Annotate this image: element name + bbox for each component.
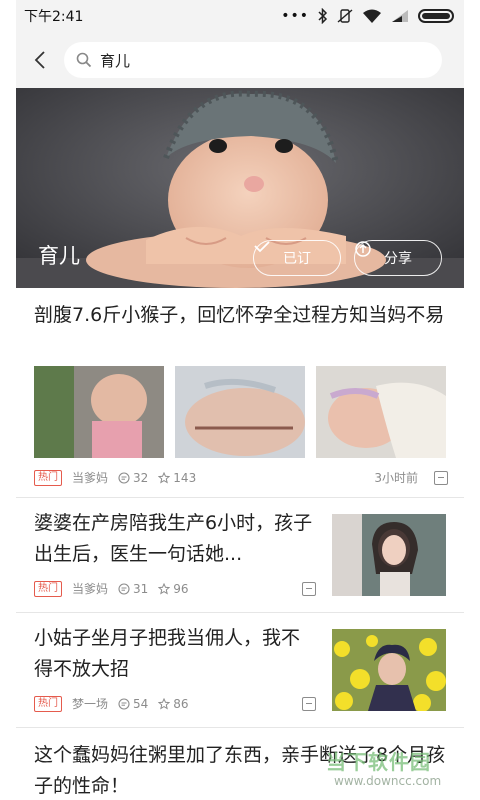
- search-header: 育儿: [16, 32, 464, 88]
- star-count: 96: [158, 582, 189, 596]
- share-button[interactable]: 分享: [354, 240, 442, 276]
- check-icon: [254, 241, 270, 253]
- bluetooth-icon: [318, 8, 328, 24]
- dislike-button[interactable]: [302, 581, 316, 596]
- article-item[interactable]: 小姑子坐月子把我当佣人，我不得不放大招 热门 梦一场 54 86: [16, 613, 464, 728]
- subscribe-label: 已订: [283, 251, 311, 267]
- banner-title: 育儿: [38, 244, 80, 268]
- article-image: [34, 366, 164, 458]
- article-meta: 热门 当爹妈 31 96: [34, 580, 316, 597]
- comment-count: 54: [118, 697, 148, 711]
- article-author: 当爹妈: [72, 471, 109, 485]
- article-meta: 热门 梦一场 54 86: [34, 695, 316, 712]
- app-screen: 下午2:41 ••• 育儿 育儿 已订 分享 剖腹7.6斤小猴子，回忆怀孕全过程…: [16, 0, 464, 800]
- article-title: 剖腹7.6斤小猴子，回忆怀孕全过程方知当妈不易: [34, 304, 445, 326]
- back-button[interactable]: [26, 46, 54, 74]
- comment-icon: [118, 697, 130, 710]
- hot-tag: 热门: [34, 469, 62, 486]
- status-time: 下午2:41: [24, 9, 84, 25]
- article-item[interactable]: 婆婆在产房陪我生产6小时，孩子出生后，医生一句话她... 热门 当爹妈 31 9…: [16, 498, 464, 613]
- comment-icon: [118, 582, 130, 595]
- battery-icon: [418, 9, 454, 23]
- article-image: [332, 514, 446, 596]
- left-edge: [0, 0, 16, 800]
- wifi-icon: [363, 9, 381, 23]
- star-icon: [158, 471, 171, 484]
- article-title: 婆婆在产房陪我生产6小时，孩子出生后，医生一句话她...: [34, 512, 313, 565]
- watermark-brand: 当下软件园: [326, 750, 431, 774]
- share-icon: [355, 241, 371, 257]
- hot-tag: 热门: [34, 695, 62, 712]
- notification-dots-icon: •••: [281, 8, 309, 24]
- hot-tag: 热门: [34, 580, 62, 597]
- mute-icon: [337, 9, 353, 23]
- subscribe-button[interactable]: 已订: [253, 240, 341, 276]
- right-edge: [464, 0, 480, 800]
- article-meta: 热门 当爹妈 32 143 3小时前: [34, 469, 448, 486]
- comment-count: 32: [118, 471, 148, 485]
- star-icon: [158, 697, 171, 710]
- back-arrow-icon: [34, 51, 45, 69]
- comment-icon: [118, 471, 130, 484]
- star-count: 143: [158, 471, 196, 485]
- dislike-button[interactable]: [434, 470, 448, 485]
- status-bar: 下午2:41 •••: [16, 0, 464, 32]
- article-author: 梦一场: [72, 697, 109, 711]
- comment-count: 31: [118, 582, 148, 596]
- search-icon: [76, 52, 92, 68]
- article-image: [316, 366, 446, 458]
- channel-banner: 育儿 已订 分享: [16, 88, 464, 288]
- share-label: 分享: [384, 251, 412, 267]
- article-title: 小姑子坐月子把我当佣人，我不得不放大招: [34, 627, 301, 680]
- status-icons: •••: [281, 8, 454, 24]
- article-image: [175, 366, 305, 458]
- search-input[interactable]: 育儿: [64, 42, 442, 78]
- dislike-button[interactable]: [302, 696, 316, 711]
- star-icon: [158, 582, 171, 595]
- article-author: 当爹妈: [72, 582, 109, 596]
- star-count: 86: [158, 697, 189, 711]
- article-image: [332, 629, 446, 711]
- article-item[interactable]: 剖腹7.6斤小猴子，回忆怀孕全过程方知当妈不易 热门 当爹妈 32 143 3小…: [16, 288, 464, 498]
- article-time: 3小时前: [374, 471, 418, 485]
- search-query: 育儿: [100, 51, 131, 70]
- watermark-url: www.downcc.com: [334, 774, 442, 788]
- signal-icon: [392, 10, 408, 22]
